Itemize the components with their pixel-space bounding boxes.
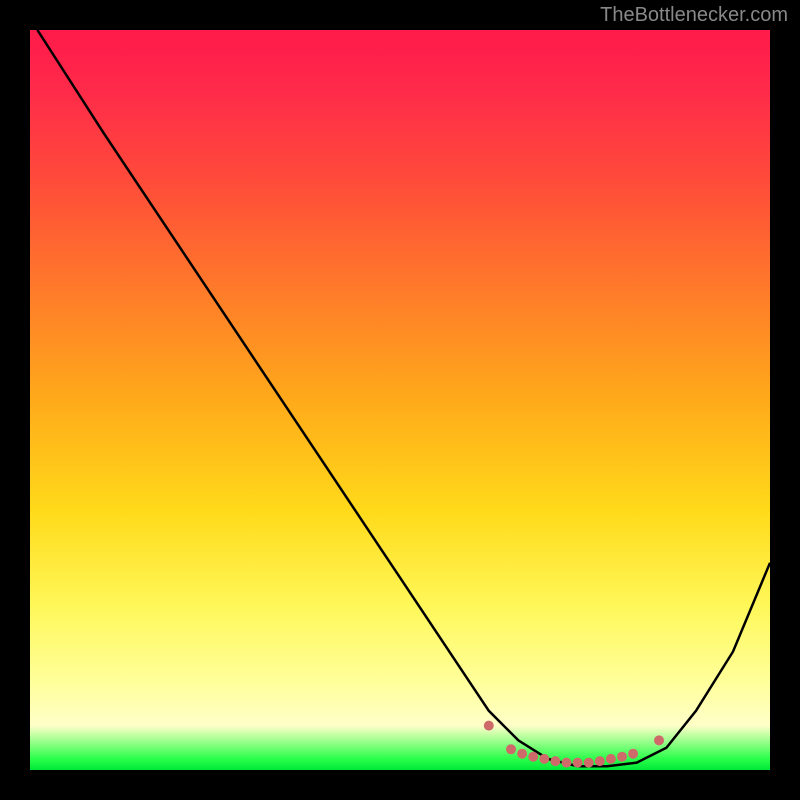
marker-dot: [528, 752, 538, 762]
watermark-text: TheBottlenecker.com: [600, 4, 788, 27]
marker-dot: [654, 735, 664, 745]
marker-dot: [506, 744, 516, 754]
marker-dot: [484, 721, 494, 731]
marker-dot: [550, 756, 560, 766]
marker-dot: [539, 754, 549, 764]
optimal-range-markers: [484, 721, 664, 768]
marker-dot: [606, 754, 616, 764]
bottleneck-curve-line: [37, 30, 770, 766]
marker-dot: [595, 756, 605, 766]
marker-dot: [617, 752, 627, 762]
marker-dot: [628, 749, 638, 759]
chart-plot-area: [30, 30, 770, 770]
marker-dot: [517, 749, 527, 759]
marker-dot: [573, 758, 583, 768]
marker-dot: [584, 758, 594, 768]
chart-svg: [30, 30, 770, 770]
marker-dot: [562, 758, 572, 768]
